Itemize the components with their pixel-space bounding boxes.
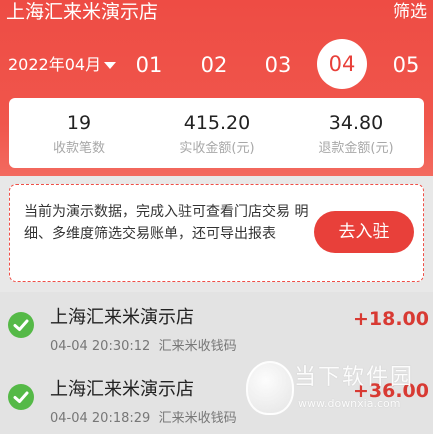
month-selector[interactable]: 2022年04月 [8, 54, 117, 76]
watermark-logo-icon [246, 361, 294, 415]
stat-refund-label: 退款金额(元) [318, 141, 394, 156]
stats-card: 19 收款笔数 415.20 实收金额(元) 34.80 退款金额(元) [9, 98, 424, 168]
stat-received-value: 415.20 [183, 112, 251, 134]
transaction-row[interactable]: 上海汇来米演示店 04-04 20:30:12 汇来米收钱码 +18.00 [0, 292, 433, 364]
day-04-selected[interactable]: 04 [317, 39, 367, 89]
demo-notice: 当前为演示数据，完成入驻可查看门店交易 明细、多维度筛选交易账单，还可导出报表 … [9, 184, 424, 282]
transaction-time: 04-04 20:18:29 [50, 411, 151, 426]
stat-refund: 34.80 退款金额(元) [296, 112, 416, 158]
filter-button[interactable]: 筛选 [393, 1, 427, 23]
notice-text: 当前为演示数据，完成入驻可查看门店交易 明细、多维度筛选交易账单，还可导出报表 [24, 204, 309, 242]
transaction-time: 04-04 20:30:12 [50, 339, 151, 354]
watermark-text: 当下软件园 [294, 365, 415, 390]
transaction-meta: 04-04 20:18:29 汇来米收钱码 [50, 410, 237, 428]
day-02[interactable]: 02 [189, 44, 239, 86]
join-button[interactable]: 去入驻 [314, 211, 414, 253]
wechat-pay-icon [8, 384, 34, 410]
stat-received-label: 实收金额(元) [179, 141, 255, 156]
transaction-store: 上海汇来米演示店 [50, 307, 194, 328]
transaction-amount: +18.00 [352, 308, 429, 330]
transaction-channel: 汇来米收钱码 [158, 339, 237, 354]
watermark-url: www.downxia.com [298, 397, 401, 410]
stat-count: 19 收款笔数 [19, 112, 139, 158]
caret-down-icon [104, 61, 117, 69]
header-bar: 上海汇来米演示店 筛选 2022年04月 01 02 03 04 05 19 收… [0, 0, 433, 176]
store-title: 上海汇来米演示店 [6, 1, 159, 23]
transaction-channel: 汇来米收钱码 [158, 411, 237, 426]
day-05[interactable]: 05 [381, 44, 431, 86]
wechat-pay-icon [8, 312, 34, 338]
stat-refund-value: 34.80 [328, 112, 384, 134]
transaction-store: 上海汇来米演示店 [50, 379, 194, 400]
day-01[interactable]: 01 [124, 44, 174, 86]
month-label: 2022年04月 [8, 55, 102, 74]
watermark: 当下软件园 www.downxia.com [238, 355, 428, 434]
transaction-meta: 04-04 20:30:12 汇来米收钱码 [50, 338, 237, 356]
day-03[interactable]: 03 [253, 44, 303, 86]
stat-count-label: 收款笔数 [52, 141, 105, 156]
stat-count-value: 19 [66, 112, 92, 134]
stat-received: 415.20 实收金额(元) [157, 112, 277, 158]
